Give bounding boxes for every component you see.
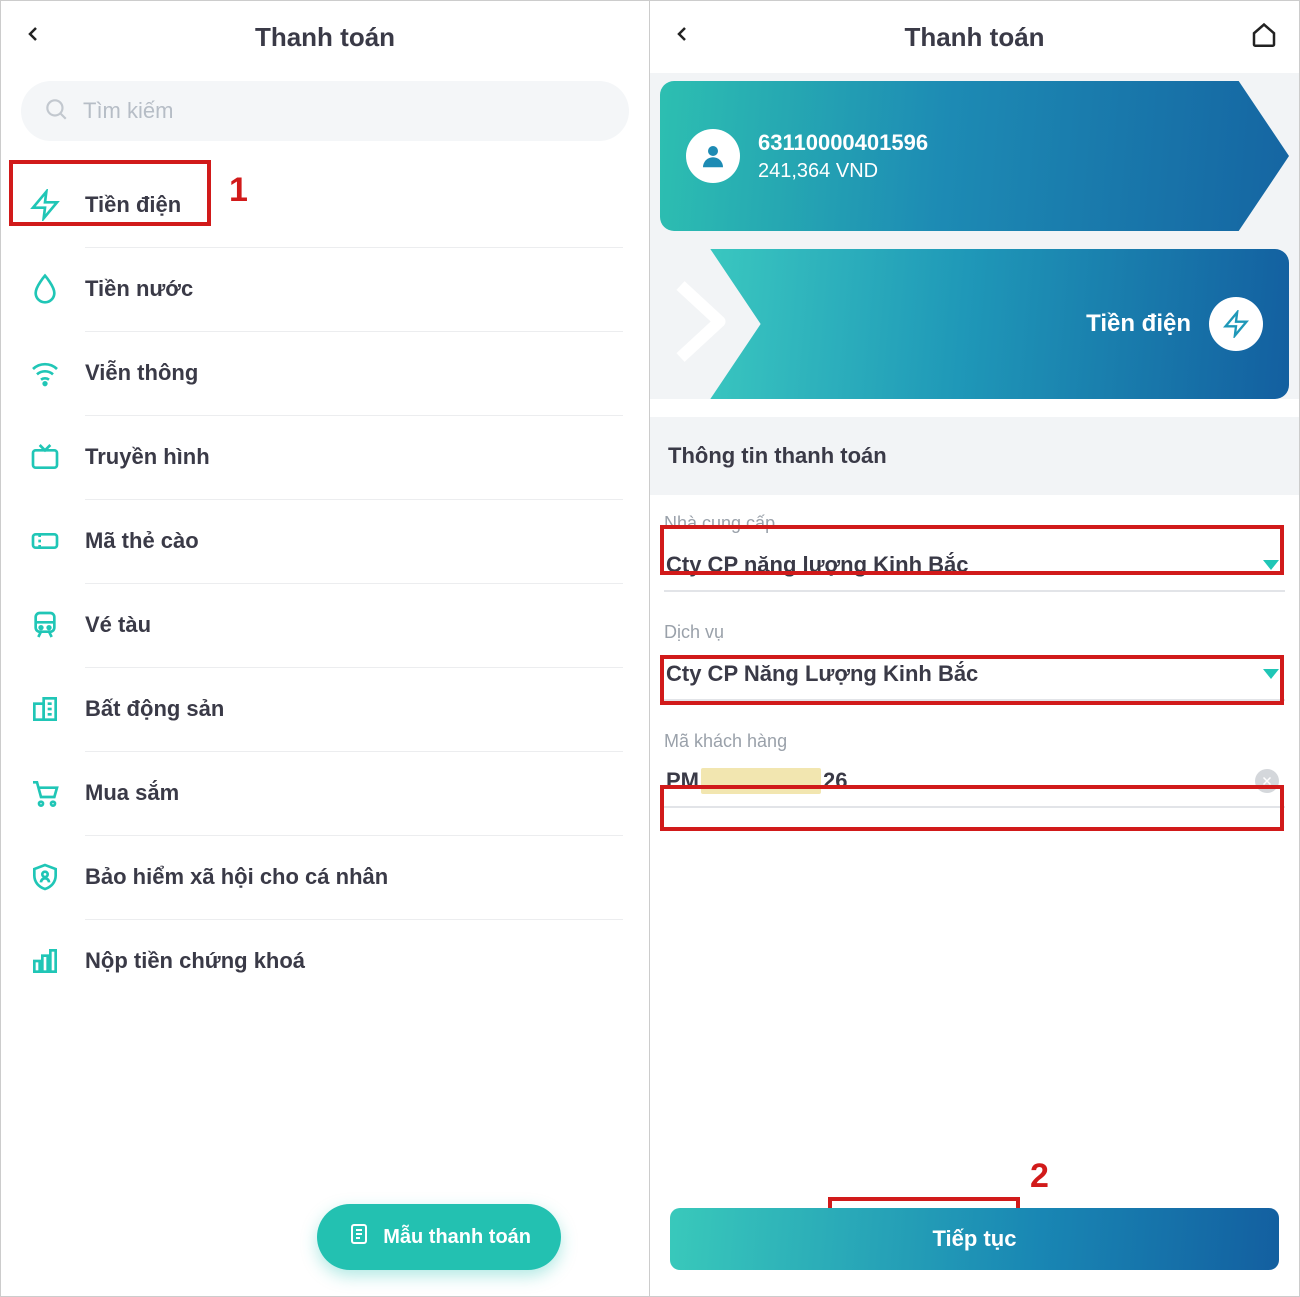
user-icon xyxy=(698,141,728,171)
back-button[interactable] xyxy=(21,21,49,53)
menu-item-train[interactable]: Vé tàu xyxy=(9,583,641,667)
left-header: Thanh toán xyxy=(1,1,649,73)
service-card-label: Tiền điện xyxy=(1086,310,1191,338)
drop-icon xyxy=(27,271,63,307)
payment-template-fab[interactable]: Mẫu thanh toán xyxy=(317,1204,561,1270)
page-title: Thanh toán xyxy=(255,22,395,53)
service-label: Dịch vụ xyxy=(664,622,1285,643)
left-pane: Thanh toán Tiền điện Tiền nước Viễn thôn… xyxy=(1,1,650,1296)
provider-value: Cty CP năng lượng Kinh Bắc xyxy=(666,552,969,578)
back-button[interactable] xyxy=(670,21,698,53)
card-bg xyxy=(660,249,1289,399)
customer-code-input[interactable]: PM 26 xyxy=(664,760,1285,808)
chevron-right-icon xyxy=(666,277,746,372)
service-dropdown[interactable]: Cty CP Năng Lượng Kinh Bắc xyxy=(664,651,1285,701)
shield-icon xyxy=(27,859,63,895)
building-icon xyxy=(27,691,63,727)
right-header: Thanh toán xyxy=(650,1,1299,73)
account-balance: 241,364 VND xyxy=(758,160,928,183)
menu-label: Bảo hiểm xã hội cho cá nhân xyxy=(85,864,388,890)
right-pane: Thanh toán 63110000401596 241,364 VND Ti… xyxy=(650,1,1299,1296)
annotation-number-2: 2 xyxy=(1030,1157,1049,1196)
account-text: 63110000401596 241,364 VND xyxy=(758,130,928,183)
menu-item-insurance[interactable]: Bảo hiểm xã hội cho cá nhân xyxy=(9,835,641,919)
code-prefix: PM xyxy=(666,768,699,794)
cart-icon xyxy=(27,775,63,811)
menu-item-topup[interactable]: Mã thẻ cào xyxy=(9,499,641,583)
account-number: 63110000401596 xyxy=(758,130,928,156)
menu-item-realestate[interactable]: Bất động sản xyxy=(9,667,641,751)
card-bg xyxy=(660,81,1289,231)
bolt-icon xyxy=(1209,297,1263,351)
continue-label: Tiếp tục xyxy=(933,1226,1017,1252)
customer-code-label: Mã khách hàng xyxy=(664,731,1285,752)
home-icon xyxy=(1249,20,1279,50)
tv-icon xyxy=(27,439,63,475)
search-bar[interactable] xyxy=(21,81,629,141)
template-icon xyxy=(347,1222,371,1252)
avatar xyxy=(686,129,740,183)
section-title: Thông tin thanh toán xyxy=(650,417,1299,495)
caret-down-icon xyxy=(1263,669,1279,679)
redacted-block xyxy=(701,768,821,794)
fab-label: Mẫu thanh toán xyxy=(383,1226,531,1249)
train-icon xyxy=(27,607,63,643)
ticket-icon xyxy=(27,523,63,559)
menu-label: Tiền điện xyxy=(85,192,181,218)
wifi-icon xyxy=(27,355,63,391)
account-card[interactable]: 63110000401596 241,364 VND xyxy=(660,81,1289,231)
search-icon xyxy=(43,96,69,127)
menu-item-telecom[interactable]: Viễn thông xyxy=(9,331,641,415)
home-button[interactable] xyxy=(1249,20,1279,55)
chevron-left-icon xyxy=(670,22,694,46)
menu-label: Mã thẻ cào xyxy=(85,528,199,554)
page-title: Thanh toán xyxy=(904,22,1044,53)
payment-form: Nhà cung cấp Cty CP năng lượng Kinh Bắc … xyxy=(650,495,1299,856)
chevron-left-icon xyxy=(21,22,45,46)
menu-item-electricity[interactable]: Tiền điện xyxy=(9,163,641,247)
provider-dropdown[interactable]: Cty CP năng lượng Kinh Bắc xyxy=(664,542,1285,592)
continue-button[interactable]: Tiếp tục xyxy=(670,1208,1279,1270)
menu-label: Tiền nước xyxy=(85,276,193,302)
payment-menu: Tiền điện Tiền nước Viễn thông Truyền hì… xyxy=(1,163,649,1003)
cards-area: 63110000401596 241,364 VND Tiền điện xyxy=(650,73,1299,399)
provider-label: Nhà cung cấp xyxy=(664,513,1285,534)
service-value: Cty CP Năng Lượng Kinh Bắc xyxy=(666,661,978,687)
chart-icon xyxy=(27,943,63,979)
customer-code-value: PM 26 xyxy=(666,768,1255,794)
customer-code-group: Mã khách hàng PM 26 xyxy=(664,731,1285,808)
search-input[interactable] xyxy=(83,98,607,124)
menu-item-water[interactable]: Tiền nước xyxy=(9,247,641,331)
bolt-icon xyxy=(27,187,63,223)
menu-item-tv[interactable]: Truyền hình xyxy=(9,415,641,499)
caret-down-icon xyxy=(1263,560,1279,570)
close-icon xyxy=(1261,775,1273,787)
code-suffix: 26 xyxy=(823,768,847,794)
menu-label: Nộp tiền chứng khoá xyxy=(85,948,305,974)
menu-label: Truyền hình xyxy=(85,444,210,470)
menu-label: Viễn thông xyxy=(85,360,198,386)
menu-label: Bất động sản xyxy=(85,696,224,722)
provider-group: Nhà cung cấp Cty CP năng lượng Kinh Bắc xyxy=(664,513,1285,592)
menu-label: Mua sắm xyxy=(85,780,179,806)
service-card[interactable]: Tiền điện xyxy=(660,249,1289,399)
service-group: Dịch vụ Cty CP Năng Lượng Kinh Bắc xyxy=(664,622,1285,701)
clear-button[interactable] xyxy=(1255,769,1279,793)
menu-label: Vé tàu xyxy=(85,612,151,638)
menu-item-securities[interactable]: Nộp tiền chứng khoá xyxy=(9,919,641,1003)
menu-item-shopping[interactable]: Mua sắm xyxy=(9,751,641,835)
